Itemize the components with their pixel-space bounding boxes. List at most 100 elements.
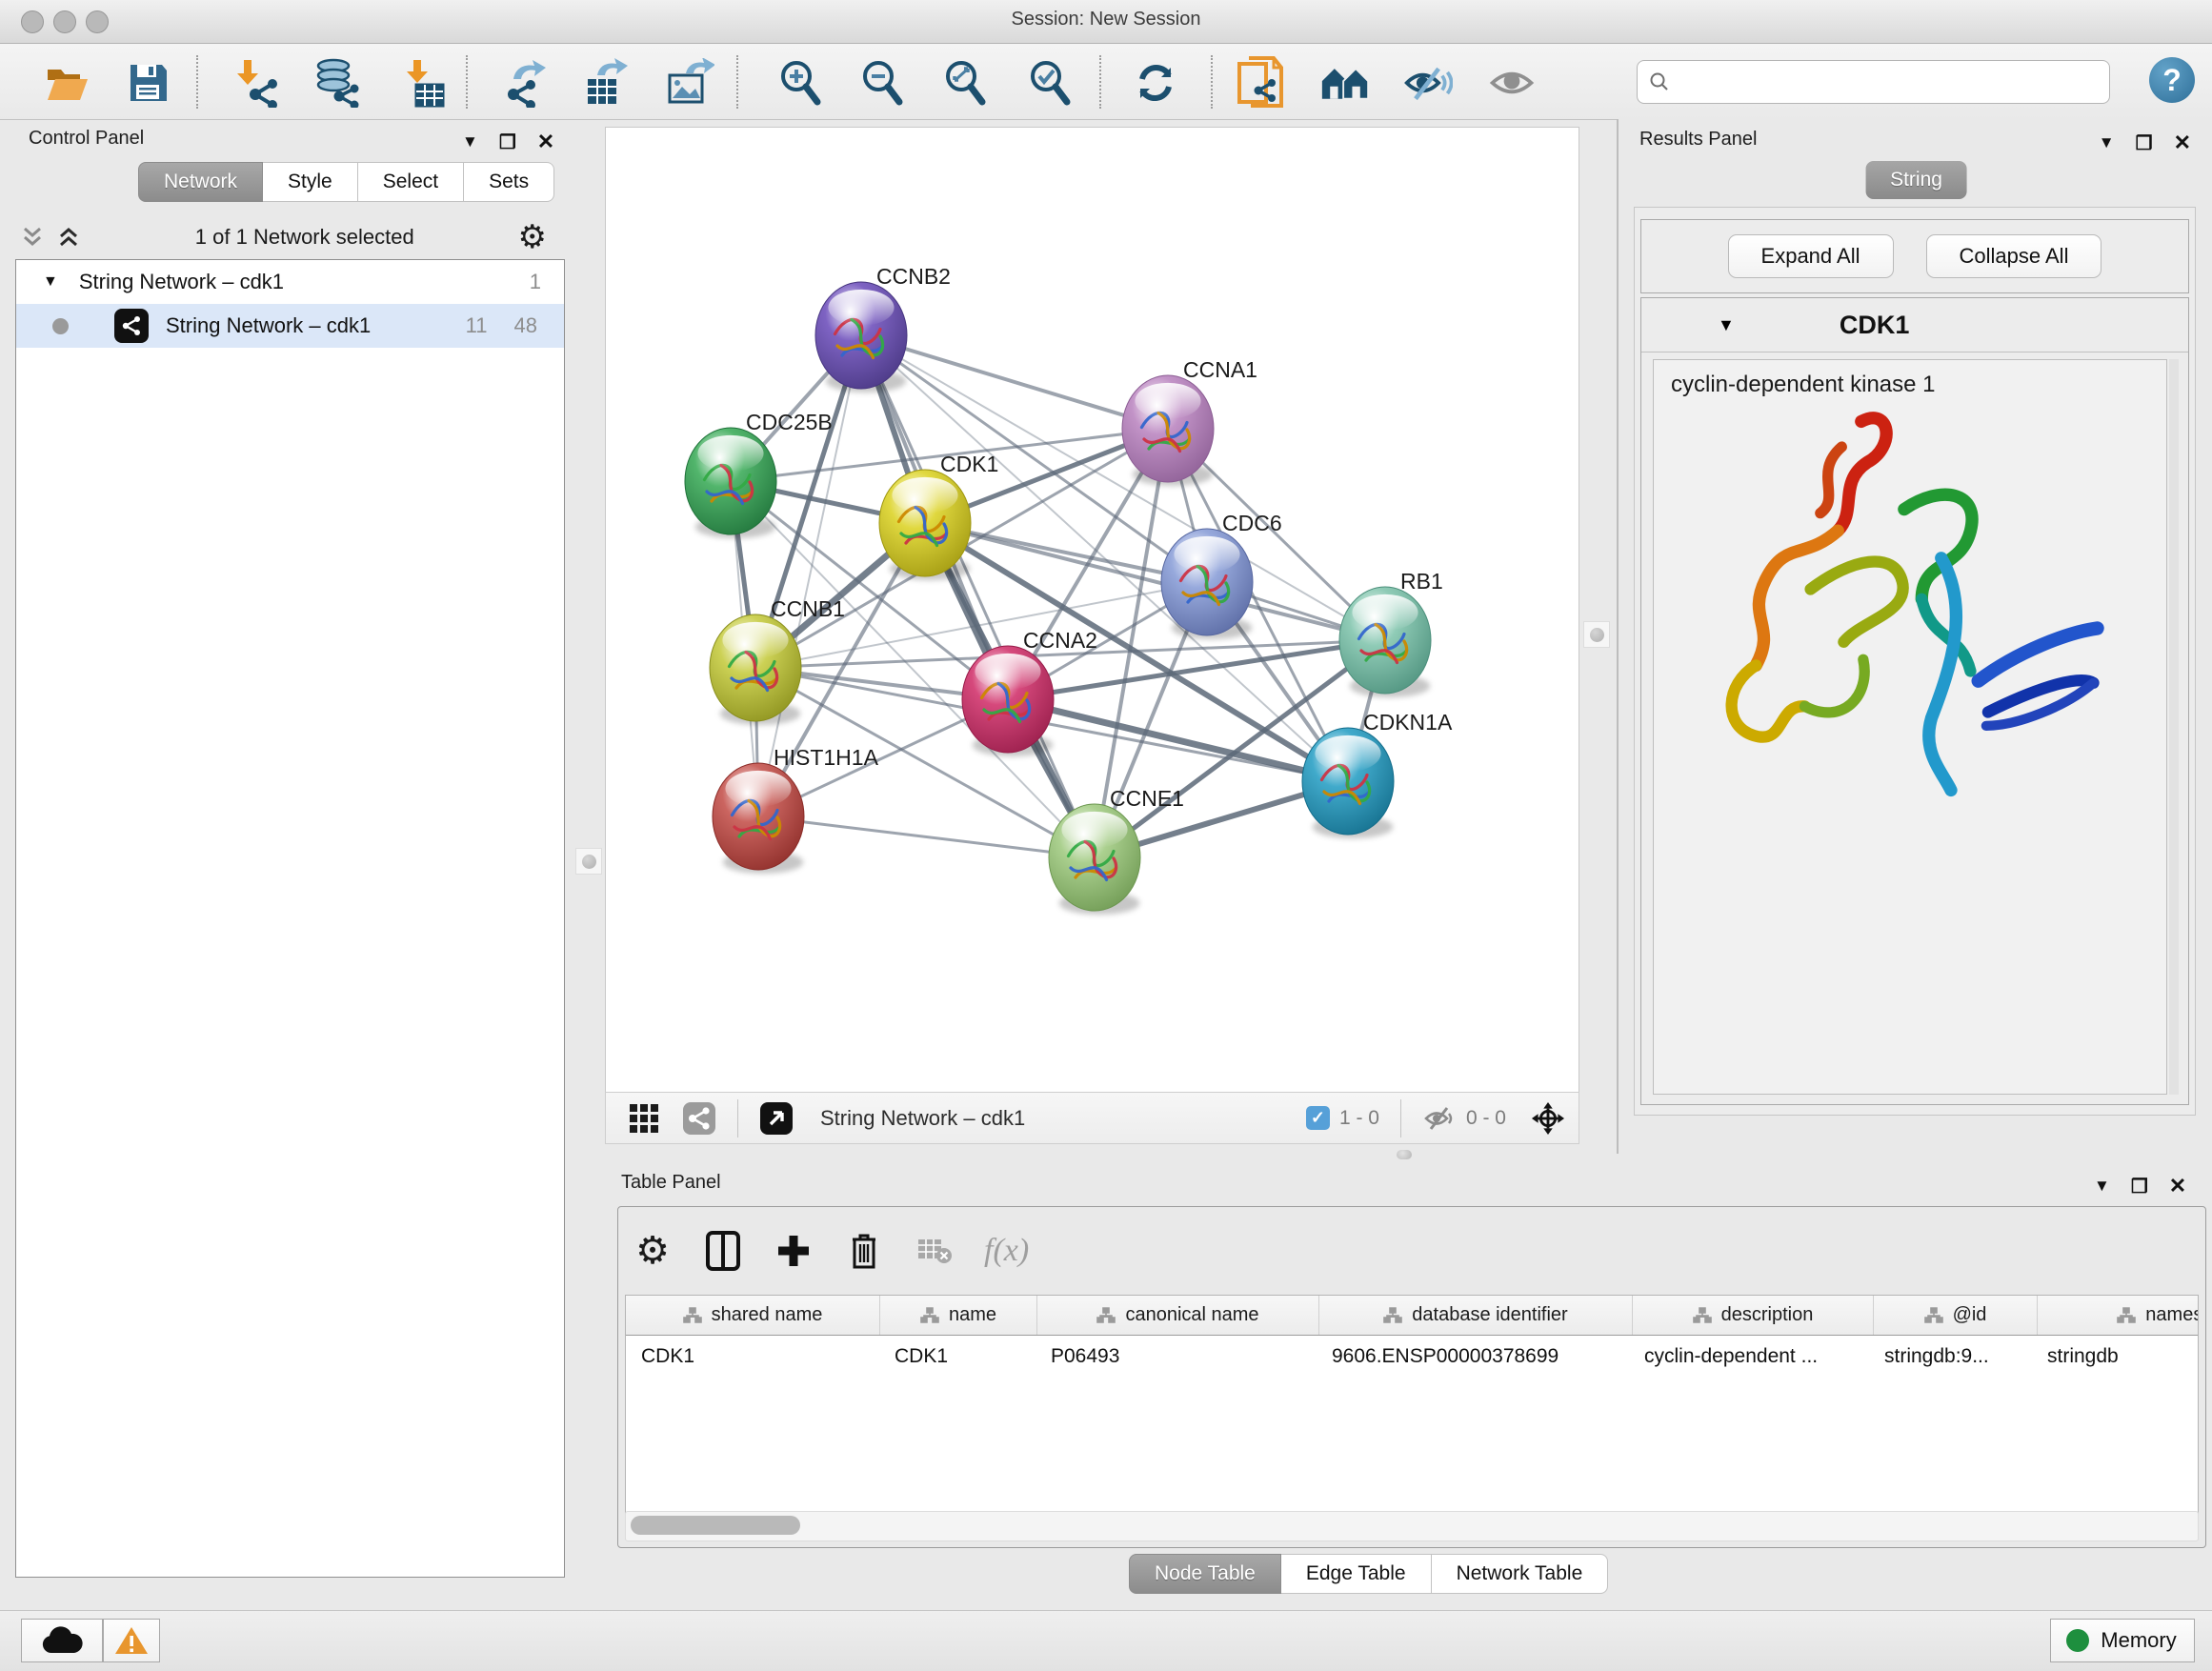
- node-HIST1H1A[interactable]: [713, 763, 804, 874]
- node-CCNB1[interactable]: [710, 614, 801, 725]
- column-header-description[interactable]: description: [1633, 1296, 1874, 1335]
- birdseye-view-icon[interactable]: [1531, 1101, 1565, 1136]
- node-CDK1[interactable]: [879, 470, 971, 580]
- edge-CCNB2-CCNA1[interactable]: [861, 335, 1168, 429]
- open-session-button[interactable]: [42, 58, 91, 108]
- table-tab-node-table[interactable]: Node Table: [1129, 1554, 1281, 1594]
- network-collection-row[interactable]: ▼ String Network – cdk1 1: [16, 260, 564, 304]
- warnings-button[interactable]: [103, 1619, 160, 1662]
- import-network-file-button[interactable]: [232, 58, 282, 108]
- close-panel-icon[interactable]: ✕: [537, 130, 554, 154]
- expand-all-icon[interactable]: [55, 225, 84, 250]
- results-scrollbar[interactable]: [2169, 359, 2179, 1095]
- network-share-view-icon[interactable]: [682, 1101, 716, 1136]
- table-cell[interactable]: stringdb: [2032, 1336, 2199, 1377]
- panel-menu-icon[interactable]: ▼: [2099, 133, 2115, 152]
- cloud-button[interactable]: [21, 1619, 103, 1662]
- refresh-button[interactable]: [1131, 58, 1180, 108]
- node-RB1[interactable]: [1339, 587, 1431, 697]
- table-tab-edge-table[interactable]: Edge Table: [1281, 1554, 1432, 1594]
- zoom-in-button[interactable]: [775, 58, 825, 108]
- cloud-icon: [41, 1626, 83, 1655]
- column-header-shared-name[interactable]: shared name: [626, 1296, 880, 1335]
- help-button[interactable]: ?: [2149, 57, 2195, 103]
- tab-network[interactable]: Network: [138, 162, 263, 202]
- panel-menu-icon[interactable]: ▼: [2094, 1177, 2110, 1196]
- zoom-out-button[interactable]: [857, 58, 907, 108]
- search-input[interactable]: [1676, 70, 2109, 94]
- node-CCNA2[interactable]: [962, 646, 1054, 756]
- delete-column-trash-icon[interactable]: [843, 1230, 885, 1272]
- float-panel-icon[interactable]: ❒: [2136, 131, 2153, 155]
- protein-card-header[interactable]: ▼ CDK1: [1641, 298, 2188, 352]
- column-header-database-identifier[interactable]: database identifier: [1319, 1296, 1633, 1335]
- table-horizontal-scrollbar[interactable]: [625, 1511, 2199, 1541]
- column-type-icon: [1383, 1307, 1402, 1323]
- zoom-selected-button[interactable]: [1025, 58, 1075, 108]
- show-all-button[interactable]: [1487, 58, 1537, 108]
- right-splitter-handle[interactable]: [1583, 621, 1610, 648]
- node-CDC25B[interactable]: [685, 428, 776, 538]
- results-panel-controls: ▼ ❒ ✕: [2099, 131, 2191, 155]
- tab-style[interactable]: Style: [263, 162, 358, 202]
- edge-HIST1H1A-CCNE1[interactable]: [758, 816, 1095, 857]
- import-table-file-button[interactable]: [400, 58, 450, 108]
- export-image-button[interactable]: [665, 58, 714, 108]
- table-tab-network-table[interactable]: Network Table: [1432, 1554, 1609, 1594]
- node-CCNE1[interactable]: [1049, 804, 1140, 915]
- table-cell[interactable]: P06493: [1036, 1336, 1317, 1377]
- float-panel-icon[interactable]: ❒: [499, 131, 516, 154]
- hide-selected-button[interactable]: [1403, 58, 1453, 108]
- first-neighbors-button[interactable]: [1320, 58, 1370, 108]
- collapse-all-button[interactable]: Collapse All: [1926, 234, 2102, 278]
- table-panel: ⚙ f(x) shared namenamecanonical namedata…: [617, 1206, 2206, 1548]
- tab-sets[interactable]: Sets: [464, 162, 554, 202]
- export-table-button[interactable]: [581, 58, 631, 108]
- float-panel-icon[interactable]: ❒: [2131, 1175, 2148, 1198]
- grid-view-icon[interactable]: [627, 1101, 661, 1136]
- column-header-@id[interactable]: @id: [1874, 1296, 2038, 1335]
- scrollbar-thumb[interactable]: [631, 1516, 800, 1535]
- node-CCNB2[interactable]: [815, 282, 907, 393]
- detach-view-icon[interactable]: [759, 1101, 794, 1136]
- table-cell[interactable]: CDK1: [879, 1336, 1036, 1377]
- node-CCNA1[interactable]: [1122, 375, 1214, 486]
- close-panel-icon[interactable]: ✕: [2174, 131, 2191, 155]
- zoom-fit-button[interactable]: [940, 58, 990, 108]
- table-row[interactable]: CDK1CDK1P064939606.ENSP00000378699cyclin…: [626, 1336, 2198, 1377]
- tab-select[interactable]: Select: [358, 162, 464, 202]
- selected-checkbox-icon[interactable]: ✓: [1306, 1106, 1330, 1130]
- export-network-button[interactable]: [499, 58, 549, 108]
- collection-expand-icon[interactable]: ▼: [43, 273, 58, 291]
- column-header-canonical-name[interactable]: canonical name: [1037, 1296, 1319, 1335]
- network-options-gear-icon[interactable]: ⚙: [518, 218, 547, 256]
- network-canvas[interactable]: CCNB2CCNA1CDC25BCDK1CDC6RB1CCNB1CCNA2CDK…: [605, 127, 1579, 1093]
- panel-menu-icon[interactable]: ▼: [462, 132, 478, 151]
- network-row-selected[interactable]: String Network – cdk1 11 48: [16, 304, 564, 348]
- table-cell[interactable]: 9606.ENSP00000378699: [1317, 1336, 1629, 1377]
- expand-collapse-bar: Expand All Collapse All: [1640, 219, 2189, 293]
- table-cell[interactable]: CDK1: [626, 1336, 879, 1377]
- results-tab-string[interactable]: String: [1865, 161, 1967, 199]
- import-network-database-button[interactable]: [312, 58, 362, 108]
- table-settings-gear-icon[interactable]: ⚙: [632, 1230, 674, 1272]
- table-cell[interactable]: stringdb:9...: [1869, 1336, 2032, 1377]
- left-splitter-handle[interactable]: [575, 848, 602, 875]
- edge-CCNB2-CCNE1[interactable]: [861, 335, 1095, 857]
- copy-network-button[interactable]: [1236, 58, 1285, 108]
- horizontal-splitter-handle[interactable]: [1397, 1150, 1412, 1159]
- expand-all-button[interactable]: Expand All: [1728, 234, 1894, 278]
- collapse-all-icon[interactable]: [19, 225, 48, 250]
- column-header-namespace[interactable]: namespace: [2038, 1296, 2199, 1335]
- collapse-card-icon[interactable]: ▼: [1718, 315, 1735, 335]
- add-column-icon[interactable]: [773, 1230, 814, 1272]
- table-cell[interactable]: cyclin-dependent ...: [1629, 1336, 1869, 1377]
- memory-button[interactable]: Memory: [2050, 1619, 2195, 1662]
- node-CDKN1A[interactable]: [1302, 728, 1394, 838]
- results-panel-title: Results Panel: [1639, 129, 1757, 151]
- close-panel-icon[interactable]: ✕: [2169, 1174, 2186, 1198]
- column-header-name[interactable]: name: [880, 1296, 1037, 1335]
- show-columns-icon[interactable]: [702, 1230, 744, 1272]
- save-session-button[interactable]: [124, 58, 173, 108]
- toolbar-separator: [196, 55, 198, 109]
